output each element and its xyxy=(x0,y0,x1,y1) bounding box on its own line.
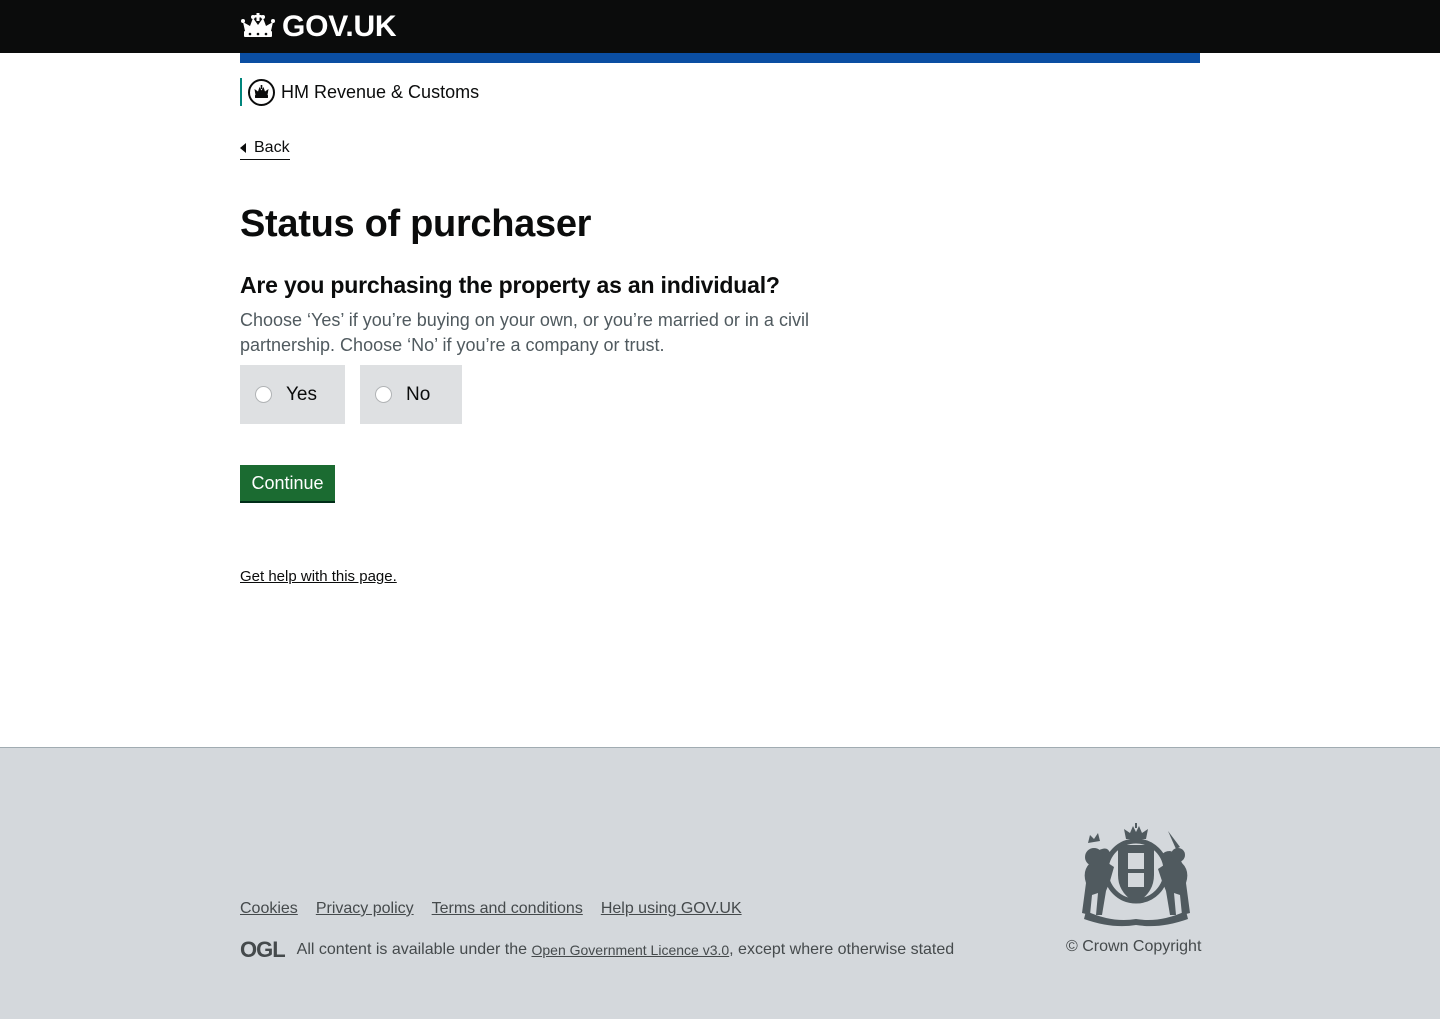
continue-button[interactable]: Continue xyxy=(240,465,335,501)
back-link-label: Back xyxy=(254,139,290,156)
footer-links: Cookies Privacy policy Terms and conditi… xyxy=(240,900,742,918)
organisation-name: HM Revenue & Customs xyxy=(281,81,480,102)
radio-label-yes: Yes xyxy=(286,383,317,405)
get-help-link[interactable]: Get help with this page. xyxy=(240,568,397,585)
footer-link-help-using-govuk[interactable]: Help using GOV.UK xyxy=(601,900,742,918)
back-arrow-icon xyxy=(240,143,246,153)
licence-suffix: , except where otherwise stated xyxy=(729,941,955,958)
licence-prefix: All content is available under the xyxy=(296,941,532,958)
question-heading: Are you purchasing the property as an in… xyxy=(240,272,780,298)
licence-link[interactable]: Open Government Licence v3.0 xyxy=(531,942,729,958)
radio-option-no[interactable]: No xyxy=(360,365,462,424)
radio-option-yes[interactable]: Yes xyxy=(240,365,345,424)
radio-button-yes[interactable] xyxy=(255,386,272,403)
radio-label-no: No xyxy=(406,383,431,405)
govuk-logo-link[interactable]: GOV.UK xyxy=(240,0,397,53)
royal-coat-of-arms-icon xyxy=(1072,823,1200,927)
footer-link-privacy-policy[interactable]: Privacy policy xyxy=(316,900,414,918)
crown-copyright[interactable]: © Crown Copyright xyxy=(1066,938,1201,956)
header-blue-bar xyxy=(240,53,1200,63)
back-link[interactable]: Back xyxy=(240,138,290,160)
crown-icon xyxy=(240,12,276,41)
licence-row: OGL All content is available under the O… xyxy=(240,937,954,963)
footer-link-terms-and-conditions[interactable]: Terms and conditions xyxy=(432,900,583,918)
question-hint: Choose ‘Yes’ if you’re buying on your ow… xyxy=(240,310,809,355)
ogl-logo-icon: OGL xyxy=(240,937,286,962)
footer: Cookies Privacy policy Terms and conditi… xyxy=(0,747,1440,1019)
page-title: Status of purchaser xyxy=(240,203,592,245)
radio-button-no[interactable] xyxy=(375,386,392,403)
footer-link-cookies[interactable]: Cookies xyxy=(240,900,298,918)
govuk-header: GOV.UK xyxy=(0,0,1440,53)
organisation-banner: HM Revenue & Customs xyxy=(240,78,479,106)
govuk-logo-text: GOV.UK xyxy=(282,9,397,43)
hmrc-crest-icon xyxy=(248,78,275,106)
